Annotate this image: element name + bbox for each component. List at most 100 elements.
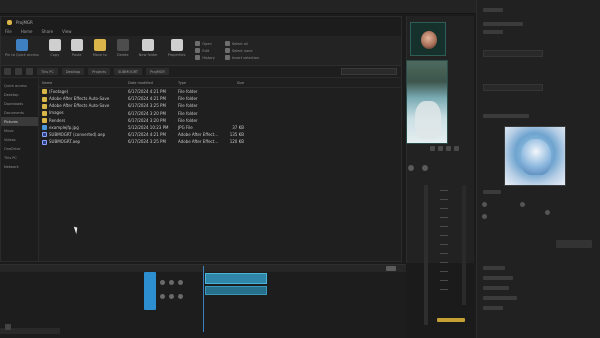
solo-icon[interactable] bbox=[178, 280, 183, 285]
nav-item[interactable]: Videos bbox=[1, 135, 38, 144]
footage-thumbnail[interactable] bbox=[406, 60, 448, 144]
audio-icon[interactable] bbox=[169, 280, 174, 285]
up-icon[interactable] bbox=[26, 68, 33, 75]
radio-icon[interactable] bbox=[545, 210, 550, 215]
control-icon[interactable] bbox=[454, 146, 459, 151]
menu-share[interactable]: Share bbox=[42, 29, 54, 34]
audio-icon[interactable] bbox=[169, 294, 174, 299]
timeline-clip[interactable] bbox=[205, 273, 267, 284]
breadcrumb-item[interactable]: This PC bbox=[37, 68, 58, 75]
nav-item[interactable]: Quick access bbox=[1, 81, 38, 90]
ribbon-select-none[interactable]: Select none bbox=[224, 48, 259, 53]
radio-icon[interactable] bbox=[520, 202, 525, 207]
radio-icon[interactable] bbox=[482, 202, 487, 207]
column-size[interactable]: Size bbox=[220, 81, 244, 85]
file-type: File folder bbox=[178, 110, 198, 116]
breadcrumb-item[interactable]: SUBMOGRT bbox=[114, 68, 143, 75]
nav-item[interactable]: Pictures bbox=[1, 117, 38, 126]
ribbon-item-label: Open bbox=[202, 41, 212, 46]
layer-color-label[interactable] bbox=[144, 272, 156, 310]
breadcrumb-item[interactable]: Projects bbox=[88, 68, 111, 75]
ribbon-open-group: Open Edit History bbox=[195, 39, 215, 62]
ribbon-new-folder-button[interactable]: New folder bbox=[139, 39, 158, 62]
nav-item[interactable]: Documents bbox=[1, 108, 38, 117]
work-area-marker[interactable] bbox=[437, 318, 465, 322]
file-row[interactable]: Images 6/17/2024 3:20 PM File folder bbox=[39, 110, 401, 117]
timeline-clip[interactable] bbox=[205, 286, 267, 295]
file-type: Adobe After Effect... bbox=[178, 132, 219, 138]
webcam-thumbnail bbox=[410, 22, 446, 56]
panel-button[interactable] bbox=[556, 240, 592, 248]
toggle-icon[interactable] bbox=[422, 165, 428, 171]
explorer-body: Quick access Desktop Downloads Documents… bbox=[1, 79, 401, 261]
control-icon[interactable] bbox=[430, 146, 435, 151]
file-size: 120 KB bbox=[229, 139, 244, 145]
ribbon-move-button[interactable]: Move to bbox=[93, 39, 107, 62]
settings-icon[interactable] bbox=[5, 324, 11, 330]
column-name[interactable]: Name bbox=[39, 81, 128, 85]
paste-icon bbox=[70, 39, 83, 51]
file-row[interactable]: SUBMOGRT (converted).aep 6/17/2024 4:21 … bbox=[39, 131, 401, 138]
playhead[interactable] bbox=[203, 266, 204, 332]
column-type[interactable]: Type bbox=[178, 81, 220, 85]
ribbon-item-label: Invert selection bbox=[231, 55, 260, 60]
ribbon-pin-button[interactable]: Pin to Quick access bbox=[5, 39, 39, 62]
nav-item[interactable]: Desktop bbox=[1, 90, 38, 99]
column-date[interactable]: Date modified bbox=[128, 81, 178, 85]
file-row[interactable]: SUBMOGRT.aep 6/17/2024 3:25 PM Adobe Aft… bbox=[39, 138, 401, 145]
ribbon-paste-button[interactable]: Paste bbox=[70, 39, 83, 62]
file-row[interactable]: Adobe After Effects Auto-Save 6/17/2024 … bbox=[39, 95, 401, 102]
property-field[interactable] bbox=[483, 84, 543, 91]
nav-item[interactable]: Music bbox=[1, 126, 38, 135]
visibility-icon[interactable] bbox=[160, 294, 165, 299]
visibility-icon[interactable] bbox=[160, 280, 165, 285]
file-row[interactable]: (Footage) 6/17/2024 4:21 PM File folder bbox=[39, 88, 401, 95]
file-row[interactable]: Adobe After Effects Auto-Save 6/17/2024 … bbox=[39, 102, 401, 109]
ribbon-label: New folder bbox=[138, 53, 158, 57]
breadcrumb-item[interactable]: Desktop bbox=[61, 68, 85, 75]
ribbon-label: Properties bbox=[167, 53, 186, 57]
layer-switches bbox=[160, 280, 183, 285]
nav-item[interactable]: OneDrive bbox=[1, 144, 38, 153]
breadcrumb-item[interactable]: ProjMGR bbox=[146, 68, 169, 75]
file-name: Renders bbox=[49, 117, 66, 123]
radio-icon[interactable] bbox=[482, 214, 487, 219]
property-field[interactable] bbox=[483, 50, 543, 57]
ribbon-select-all[interactable]: Select all bbox=[224, 41, 259, 46]
history-icon bbox=[195, 55, 201, 60]
ribbon-item-label: History bbox=[202, 55, 215, 60]
solo-icon[interactable] bbox=[178, 294, 183, 299]
file-row[interactable]: examplejfp.jpg 5/12/2024 10:23 PM JPG Fi… bbox=[39, 124, 401, 131]
timeline-cap-icon[interactable] bbox=[386, 266, 396, 271]
forward-icon[interactable] bbox=[15, 68, 22, 75]
ribbon-delete-button[interactable]: Delete bbox=[116, 39, 129, 62]
property-label bbox=[483, 114, 529, 118]
ribbon-history-item[interactable]: History bbox=[195, 55, 215, 60]
menu-view[interactable]: View bbox=[62, 29, 72, 34]
ribbon-properties-button[interactable]: Properties bbox=[167, 39, 186, 62]
control-icon[interactable] bbox=[438, 146, 443, 151]
file-date: 6/17/2024 3:20 PM bbox=[128, 110, 166, 116]
control-icon[interactable] bbox=[446, 146, 451, 151]
pin-icon bbox=[15, 39, 28, 51]
nav-item[interactable]: Downloads bbox=[1, 99, 38, 108]
explorer-titlebar: ProjMGR bbox=[1, 17, 401, 27]
toggle-icon[interactable] bbox=[408, 165, 414, 171]
back-icon[interactable] bbox=[4, 68, 11, 75]
ribbon-open-item[interactable]: Open bbox=[195, 41, 214, 46]
nav-item[interactable]: Network bbox=[1, 162, 38, 171]
ribbon-edit-item[interactable]: Edit bbox=[195, 48, 214, 53]
file-row[interactable]: Renders 6/17/2024 3:20 PM File folder bbox=[39, 117, 401, 124]
file-list: Name Date modified Type Size (Footage) 6… bbox=[39, 79, 401, 261]
ribbon-copy-button[interactable]: Copy bbox=[48, 39, 61, 62]
file-type: File folder bbox=[178, 89, 198, 95]
vertical-slider[interactable] bbox=[424, 185, 428, 325]
vertical-scrollbar[interactable] bbox=[462, 185, 466, 305]
open-icon bbox=[195, 41, 201, 46]
nav-item[interactable]: This PC bbox=[1, 153, 38, 162]
menu-file[interactable]: File bbox=[5, 29, 12, 34]
ribbon-invert-selection[interactable]: Invert selection bbox=[224, 55, 260, 60]
menu-home[interactable]: Home bbox=[21, 29, 33, 34]
ribbon-item-label: Edit bbox=[202, 48, 210, 53]
search-input[interactable] bbox=[341, 68, 397, 75]
